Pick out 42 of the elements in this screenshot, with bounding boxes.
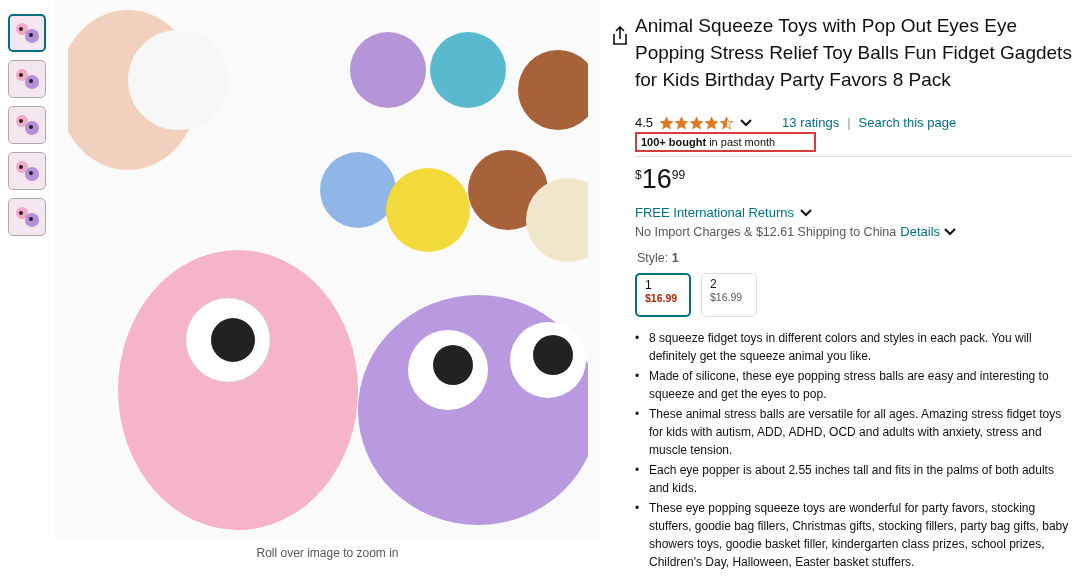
star-icon [719, 115, 735, 130]
product-title: Animal Squeeze Toys with Pop Out Eyes Eye Popping Stress Relief Toy Balls Fun Fidget Gagdets for Kids Birthday Party Favors 8 Pack [635, 14, 1072, 92]
details-link[interactable]: Details [900, 224, 941, 239]
shipping-text: No Import Charges & $12.61 Shipping to China [635, 224, 897, 239]
toys-drawing [14, 204, 40, 230]
chevron-down-icon[interactable] [740, 118, 753, 127]
toys-drawing [14, 112, 40, 138]
star-icon [674, 115, 690, 130]
toys-drawing [14, 158, 40, 184]
zoom-hint: Roll over image to zoom in [256, 546, 399, 560]
bullet-marker: • [635, 406, 641, 423]
product-thumbnail[interactable] [8, 152, 46, 190]
star-icon [704, 115, 720, 130]
product-thumbnail[interactable] [8, 60, 46, 98]
feature-bullet: 8 squeeze fidget toys in different colors and styles in each pack. You will definitely get the squeeze animal you like. [649, 330, 1033, 365]
rating-value: 4.5 [635, 115, 654, 130]
feature-bullet: Each eye popper is about 2.55 inches tall and fits in the palms of both adults and kids. [649, 462, 1055, 497]
star-icon [689, 115, 705, 130]
product-thumbnail[interactable] [8, 198, 46, 236]
style-option[interactable]: 2 $16.99 [701, 273, 757, 317]
bullet-marker: • [635, 330, 641, 347]
bullet-marker: • [635, 500, 641, 517]
product-thumbnail[interactable] [8, 14, 46, 52]
ratings-link[interactable]: 13 ratings [782, 115, 840, 130]
style-option[interactable]: 1 $16.99 [635, 273, 691, 317]
bullet-marker: • [635, 462, 641, 479]
star-icon [659, 115, 675, 130]
toys-drawing [14, 66, 40, 92]
chevron-down-icon[interactable] [799, 208, 812, 217]
bought-count: 100+ bought in past month [635, 132, 816, 152]
toys-drawing [14, 20, 40, 46]
product-thumbnail[interactable] [8, 106, 46, 144]
share-icon[interactable] [611, 26, 629, 46]
feature-bullet: These eye popping squeeze toys are wonderful for party favors, stocking stuffers, goodie bag fillers, Christmas gifts, stocking fillers, party bag gifts, baby showers toys, goodie basket filler, kindergarten class prizes, school prizes, Children's Day, Halloween, Easter basket stuffers. [649, 500, 1070, 571]
chevron-down-icon[interactable] [944, 227, 957, 236]
bullet-marker: • [635, 368, 641, 385]
returns-link[interactable]: FREE International Returns [635, 205, 794, 220]
feature-bullet: These animal stress balls are versatile for all ages. Amazing stress fidget toys for kids with autism, ADD, ADHD, OCD and adults with anxiety, stress and muscle tension. [649, 406, 1063, 459]
style-label: Style: 1 [637, 251, 679, 265]
separator: | [847, 115, 851, 130]
feature-bullet: Made of silicone, these eye popping stress balls are easy and interesting to squeeze and get the eyes to pop. [649, 368, 1050, 403]
search-page-link[interactable]: Search this page [858, 115, 957, 130]
